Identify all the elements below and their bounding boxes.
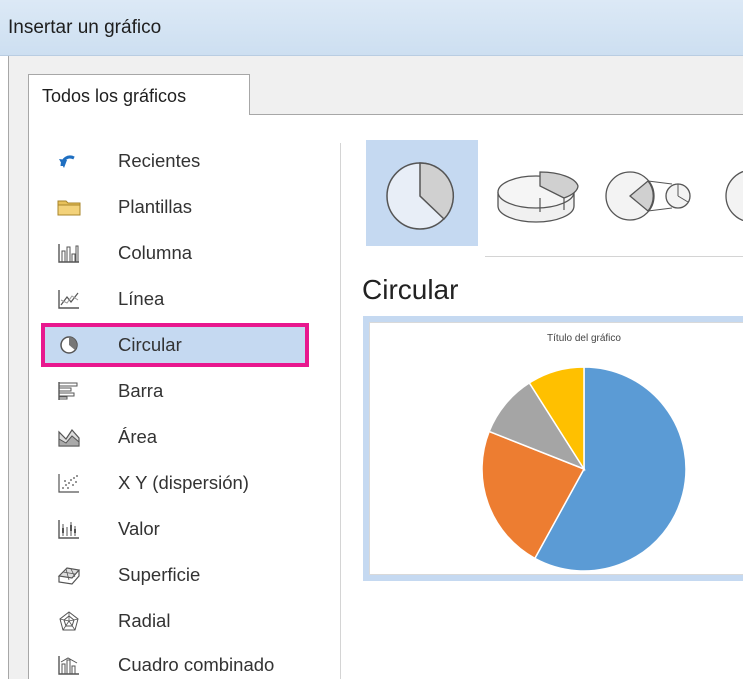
subtype-pie-of-pie[interactable] [592, 140, 704, 246]
sidebar-item-label: Cuadro combinado [118, 654, 275, 675]
bar-chart-icon [57, 380, 81, 402]
subtype-pie-3d[interactable] [480, 140, 592, 246]
recent-icon [57, 150, 81, 172]
sidebar-item-columna[interactable]: Columna [45, 235, 305, 271]
subtype-bar-of-pie[interactable] [704, 140, 743, 246]
sidebar-item-recientes[interactable]: Recientes [45, 143, 305, 179]
chart-type-detail: Circular Título del gráfico [360, 115, 743, 679]
sidebar-item-dispersion[interactable]: X Y (dispersión) [45, 465, 305, 501]
area-chart-icon [57, 426, 81, 448]
line-chart-icon [57, 288, 81, 310]
sidebar-item-circular[interactable]: Circular [41, 323, 309, 367]
chart-preview-canvas: Título del gráfico [369, 322, 743, 575]
preview-title: Circular [362, 274, 459, 305]
sidebar-item-plantillas[interactable]: Plantillas [45, 189, 305, 225]
chart-preview[interactable]: Título del gráfico [363, 316, 743, 581]
sidebar-item-label: Columna [118, 242, 193, 263]
sidebar-item-label: Barra [118, 380, 164, 401]
dialog-body: Todos los gráficos Recientes Plantillas [8, 56, 743, 679]
title-bar: Insertar un gráfico [0, 0, 743, 56]
pie-3d-subtype-icon [497, 171, 579, 223]
sidebar-item-label: Línea [118, 288, 165, 309]
sidebar-item-label: Radial [118, 610, 171, 631]
pie-subtype-icon [386, 162, 455, 230]
stock-chart-icon [57, 518, 81, 540]
subtype-divider [485, 256, 743, 257]
sidebar-item-area[interactable]: Área [45, 419, 305, 455]
tab-all-charts[interactable]: Todos los gráficos [28, 74, 250, 116]
window-title: Insertar un gráfico [8, 17, 162, 38]
tab-all-charts-label: Todos los gráficos [42, 86, 187, 106]
tab-strip: Todos los gráficos [9, 56, 743, 116]
sidebar-item-radial[interactable]: Radial [45, 603, 305, 639]
tab-panel: Recientes Plantillas Columna Línea Circu… [28, 115, 743, 679]
sidebar-item-label: Área [118, 426, 158, 447]
sidebar-item-label: Plantillas [118, 196, 193, 217]
bar-of-pie-subtype-icon [725, 170, 743, 222]
sidebar-item-label: Circular [118, 334, 182, 355]
sidebar-divider [340, 143, 341, 679]
pie-chart [481, 366, 687, 572]
chart-type-list: Recientes Plantillas Columna Línea Circu… [29, 115, 339, 679]
sidebar-item-label: Valor [118, 518, 160, 539]
sidebar-item-combinado[interactable]: Cuadro combinado [45, 647, 305, 679]
sidebar-item-barra[interactable]: Barra [45, 373, 305, 409]
surface-chart-icon [57, 564, 81, 586]
pie-chart-icon [57, 334, 81, 356]
subtype-pie[interactable] [366, 140, 478, 246]
radar-chart-icon [57, 610, 81, 632]
combo-chart-icon [57, 654, 81, 676]
sidebar-item-label: X Y (dispersión) [118, 472, 249, 493]
sidebar-item-linea[interactable]: Línea [45, 281, 305, 317]
column-chart-icon [57, 242, 81, 264]
folder-icon [57, 196, 81, 218]
pie-of-pie-subtype-icon [605, 171, 691, 221]
sidebar-item-label: Superficie [118, 564, 201, 585]
scatter-chart-icon [57, 472, 81, 494]
sidebar-item-valor[interactable]: Valor [45, 511, 305, 547]
sidebar-item-superficie[interactable]: Superficie [45, 557, 305, 593]
sidebar-item-label: Recientes [118, 150, 201, 171]
